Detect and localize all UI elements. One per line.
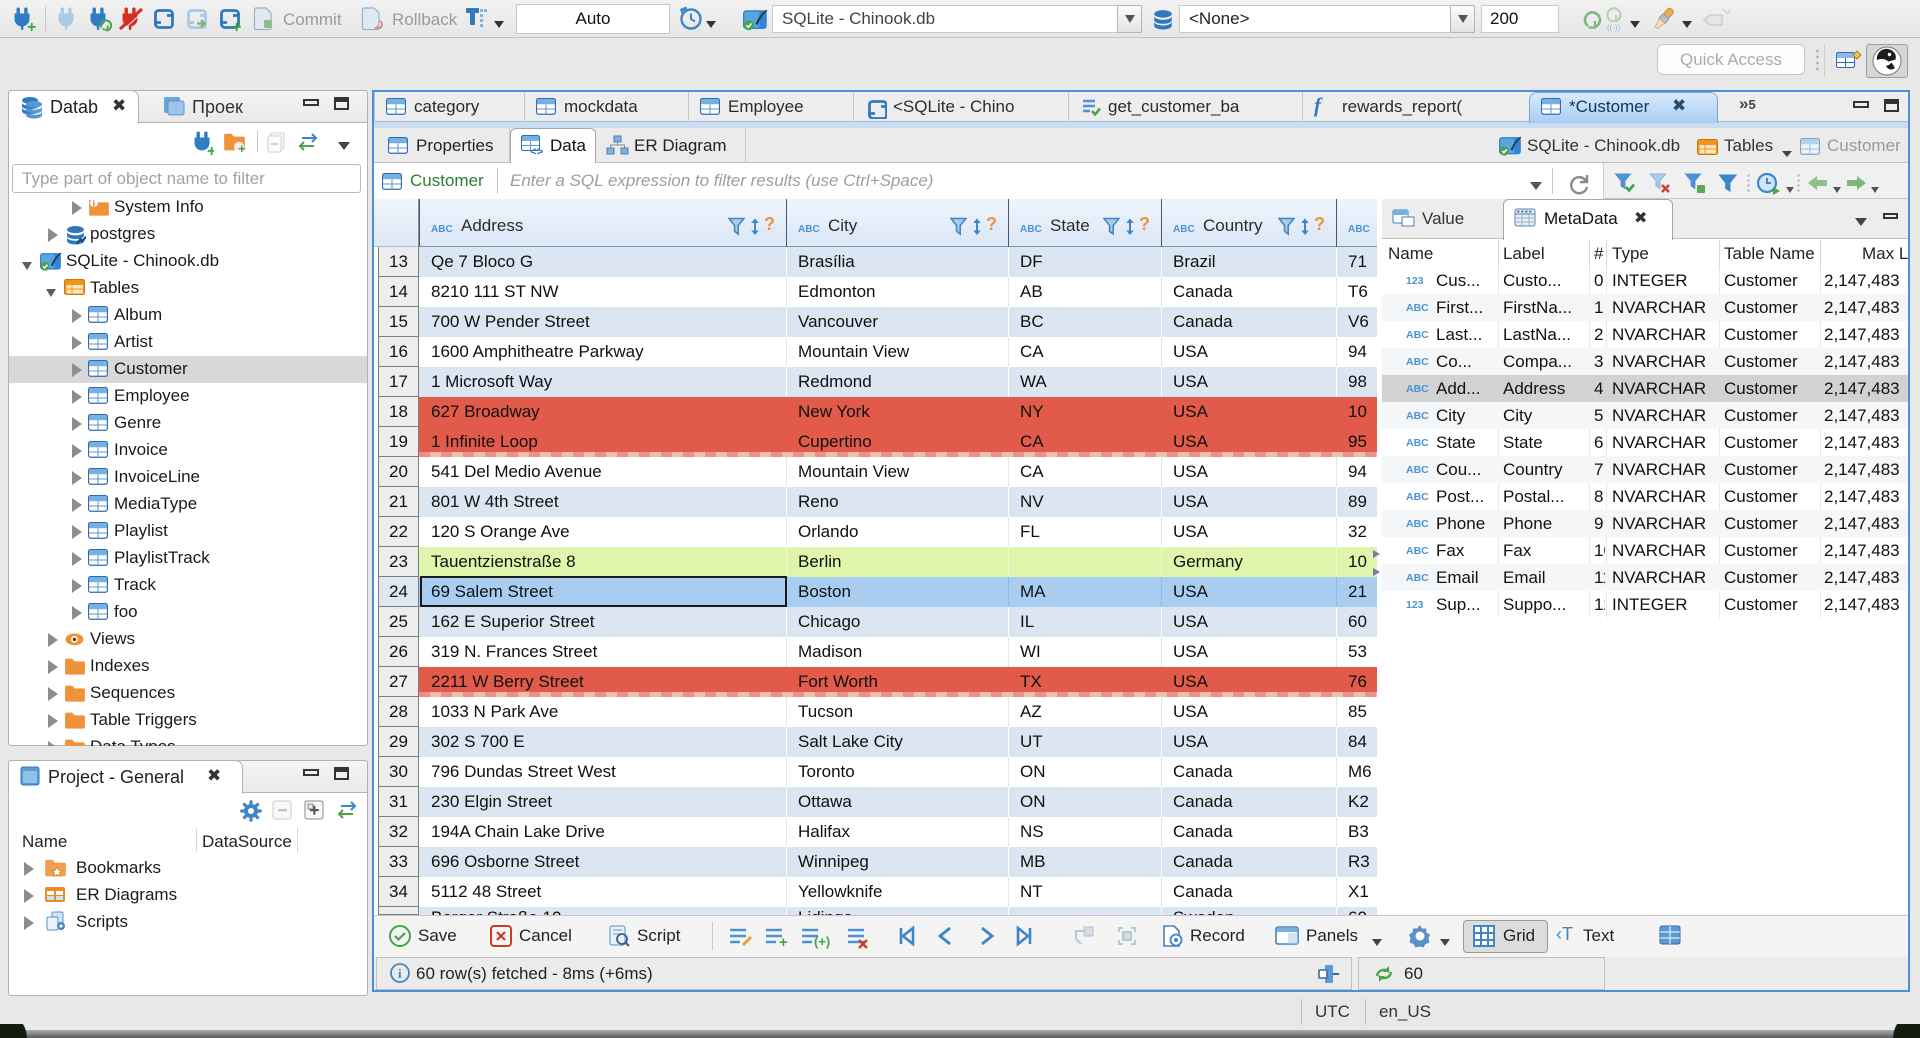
svg-text:<>: <> xyxy=(530,147,544,156)
svg-text:+: + xyxy=(238,141,246,154)
svg-text:((·)): ((·)) xyxy=(1607,23,1621,32)
svg-text:+: + xyxy=(207,143,214,156)
svg-text:+: + xyxy=(779,934,788,949)
svg-text:i: i xyxy=(398,966,402,981)
svg-text:(+): (+) xyxy=(814,934,830,949)
svg-text:+: + xyxy=(232,19,241,32)
svg-text:+: + xyxy=(27,19,36,32)
